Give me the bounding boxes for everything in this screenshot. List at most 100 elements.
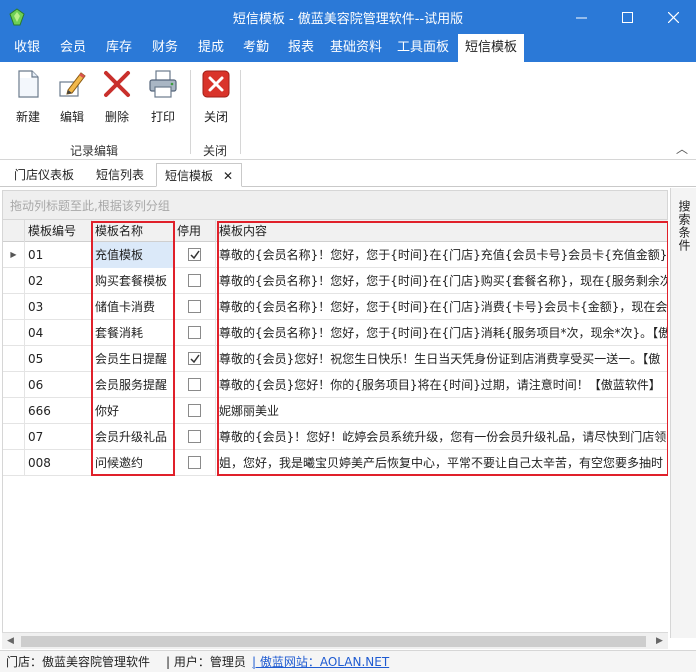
menu-tab-attendance[interactable]: 考勤 xyxy=(234,34,278,62)
cell-template-content[interactable]: 尊敬的{会员}您好！祝您生日快乐！生日当天凭身份证到店消费享受买一送一。【傲 xyxy=(216,346,668,372)
row-indicator[interactable] xyxy=(3,450,25,476)
cell-template-content[interactable]: 尊敬的{会员}您好！你的{服务项目}将在{时间}过期，请注意时间！【傲蓝软件】 xyxy=(216,372,668,398)
menu-tab-tools[interactable]: 工具面板 xyxy=(392,34,454,62)
disabled-checkbox[interactable] xyxy=(188,404,201,417)
column-header-content[interactable]: 模板内容 xyxy=(216,220,668,242)
scroll-left-icon[interactable]: ◀ xyxy=(2,633,19,650)
cell-template-code[interactable]: 008 xyxy=(25,450,92,476)
cell-template-code[interactable]: 05 xyxy=(25,346,92,372)
cell-template-name[interactable]: 会员服务提醒 xyxy=(92,372,174,398)
cell-template-name[interactable]: 充值模板 xyxy=(92,242,174,268)
maximize-icon[interactable] xyxy=(604,0,650,34)
cell-template-content[interactable]: 姐，您好，我是曦宝贝婷美产后恢复中心，平常不要让自己太辛苦，有空您要多抽时 xyxy=(216,450,668,476)
close-tab-icon[interactable]: ✕ xyxy=(223,169,233,183)
doc-tab-sms-list[interactable]: 短信列表 xyxy=(88,163,152,187)
column-header-name[interactable]: 模板名称 xyxy=(92,220,174,242)
new-button[interactable]: 新建 xyxy=(6,68,50,124)
delete-x-icon xyxy=(104,71,130,97)
cell-template-code[interactable]: 666 xyxy=(25,398,92,424)
search-conditions-panel[interactable]: 搜索条件 xyxy=(670,188,696,638)
table-row[interactable]: ▶ 01 充值模板 尊敬的{会员名称}！您好，您于{时间}在{门店}充值{会员卡号}会… xyxy=(3,242,668,268)
cell-template-name[interactable]: 储值卡消费 xyxy=(92,294,174,320)
cell-template-content[interactable]: 尊敬的{会员}！您好！屹婷会员系统升级，您有一份会员升级礼品，请尽快到门店领 xyxy=(216,424,668,450)
table-row[interactable]: 07 会员升级礼品 尊敬的{会员}！您好！屹婷会员系统升级，您有一份会员升级礼品，请… xyxy=(3,424,668,450)
edit-pencil-icon xyxy=(59,72,86,97)
cell-template-code[interactable]: 06 xyxy=(25,372,92,398)
cell-template-code[interactable]: 07 xyxy=(25,424,92,450)
row-indicator[interactable] xyxy=(3,398,25,424)
disabled-checkbox[interactable] xyxy=(188,352,201,365)
menu-tab-cashier[interactable]: 收银 xyxy=(6,34,48,62)
disabled-checkbox[interactable] xyxy=(188,248,201,261)
status-user: | 用户：管理员 xyxy=(166,655,246,669)
column-header-disabled[interactable]: 停用 xyxy=(174,220,216,242)
status-bar: 门店：傲蓝美容院管理软件 | 用户：管理员 | 傲蓝网站：AOLAN.NET xyxy=(0,650,696,672)
close-page-button[interactable]: 关闭 xyxy=(194,68,238,124)
table-row[interactable]: 05 会员生日提醒 尊敬的{会员}您好！祝您生日快乐！生日当天凭身份证到店消费享受买… xyxy=(3,346,668,372)
website-link[interactable]: | 傲蓝网站：AOLAN.NET xyxy=(252,651,389,672)
cell-template-name[interactable]: 会员升级礼品 xyxy=(92,424,174,450)
disabled-checkbox[interactable] xyxy=(188,430,201,443)
minimize-icon[interactable] xyxy=(558,0,604,34)
close-page-button-label: 关闭 xyxy=(203,110,228,124)
menu-tab-reports[interactable]: 报表 xyxy=(279,34,323,62)
menu-tab-finance[interactable]: 财务 xyxy=(143,34,187,62)
scroll-right-icon[interactable]: ▶ xyxy=(651,633,668,650)
disabled-checkbox[interactable] xyxy=(188,274,201,287)
disabled-checkbox[interactable] xyxy=(188,300,201,313)
table-row[interactable]: 02 购买套餐模板 尊敬的{会员名称}！您好，您于{时间}在{门店}购买{套餐名称}… xyxy=(3,268,668,294)
cell-disabled xyxy=(174,268,216,294)
row-indicator[interactable] xyxy=(3,268,25,294)
cell-template-code[interactable]: 02 xyxy=(25,268,92,294)
table-row[interactable]: 008 问候邀约 姐，您好，我是曦宝贝婷美产后恢复中心，平常不要让自己太辛苦，有空您… xyxy=(3,450,668,476)
row-indicator[interactable] xyxy=(3,320,25,346)
close-icon[interactable] xyxy=(650,0,696,34)
cell-template-code[interactable]: 01 xyxy=(25,242,92,268)
cell-template-name[interactable]: 会员生日提醒 xyxy=(92,346,174,372)
print-button[interactable]: 打印 xyxy=(141,68,185,124)
disabled-checkbox[interactable] xyxy=(188,456,201,469)
row-indicator[interactable] xyxy=(3,424,25,450)
cell-template-content[interactable]: 尊敬的{会员名称}！您好，您于{时间}在{门店}消费{卡号}会员卡{金额}，现在… xyxy=(216,294,668,320)
scrollbar-thumb[interactable] xyxy=(21,636,646,647)
edit-button-label: 编辑 xyxy=(59,110,84,124)
row-indicator[interactable]: ▶ xyxy=(3,242,25,268)
table-row[interactable]: 03 储值卡消费 尊敬的{会员名称}！您好，您于{时间}在{门店}消费{卡号}会员卡… xyxy=(3,294,668,320)
horizontal-scrollbar[interactable]: ◀ ▶ xyxy=(2,632,668,649)
cell-template-name[interactable]: 套餐消耗 xyxy=(92,320,174,346)
menu-tab-inventory[interactable]: 库存 xyxy=(97,34,141,62)
delete-button[interactable]: 删除 xyxy=(95,68,139,124)
row-indicator[interactable] xyxy=(3,346,25,372)
new-document-icon xyxy=(18,70,39,98)
group-by-panel[interactable]: 拖动列标题至此,根据该列分组 xyxy=(2,190,668,220)
print-button-label: 打印 xyxy=(150,110,175,124)
cell-template-code[interactable]: 04 xyxy=(25,320,92,346)
cell-template-content[interactable]: 尊敬的{会员名称}！您好，您于{时间}在{门店}充值{会员卡号}会员卡{充值金额… xyxy=(216,242,668,268)
cell-template-name[interactable]: 购买套餐模板 xyxy=(92,268,174,294)
cell-template-content[interactable]: 妮娜丽美业 xyxy=(216,398,668,424)
table-row[interactable]: 04 套餐消耗 尊敬的{会员名称}！您好，您于{时间}在{门店}消耗{服务项目*次，… xyxy=(3,320,668,346)
cell-template-content[interactable]: 尊敬的{会员名称}！您好，您于{时间}在{门店}消耗{服务项目*次，现余*次}。… xyxy=(216,320,668,346)
disabled-checkbox[interactable] xyxy=(188,378,201,391)
cell-template-name[interactable]: 问候邀约 xyxy=(92,450,174,476)
row-indicator[interactable] xyxy=(3,294,25,320)
cell-template-name[interactable]: 你好 xyxy=(92,398,174,424)
cell-template-content[interactable]: 尊敬的{会员名称}！您好，您于{时间}在{门店}购买{套餐名称}，现在{服务剩余… xyxy=(216,268,668,294)
disabled-checkbox[interactable] xyxy=(188,326,201,339)
table-row[interactable]: 06 会员服务提醒 尊敬的{会员}您好！你的{服务项目}将在{时间}过期，请注意时间… xyxy=(3,372,668,398)
edit-button[interactable]: 编辑 xyxy=(50,68,94,124)
header-indicator xyxy=(3,220,25,242)
doc-tab-store-dashboard[interactable]: 门店仪表板 xyxy=(6,163,82,187)
doc-tab-sms-template[interactable]: 短信模板 ✕ xyxy=(156,163,243,187)
search-conditions-label: 搜索条件 xyxy=(677,200,691,252)
new-button-label: 新建 xyxy=(15,110,40,124)
menu-tab-commission[interactable]: 提成 xyxy=(189,34,233,62)
menu-tab-sms-template[interactable]: 短信模板 xyxy=(458,34,524,62)
column-header-code[interactable]: 模板编号 xyxy=(25,220,92,242)
row-indicator[interactable] xyxy=(3,372,25,398)
cell-template-code[interactable]: 03 xyxy=(25,294,92,320)
ribbon-collapse-icon[interactable]: ︿ xyxy=(676,140,688,157)
table-row[interactable]: 666 你好 妮娜丽美业 xyxy=(3,398,668,424)
menu-tab-basic-data[interactable]: 基础资料 xyxy=(325,34,387,62)
menu-tab-member[interactable]: 会员 xyxy=(52,34,94,62)
